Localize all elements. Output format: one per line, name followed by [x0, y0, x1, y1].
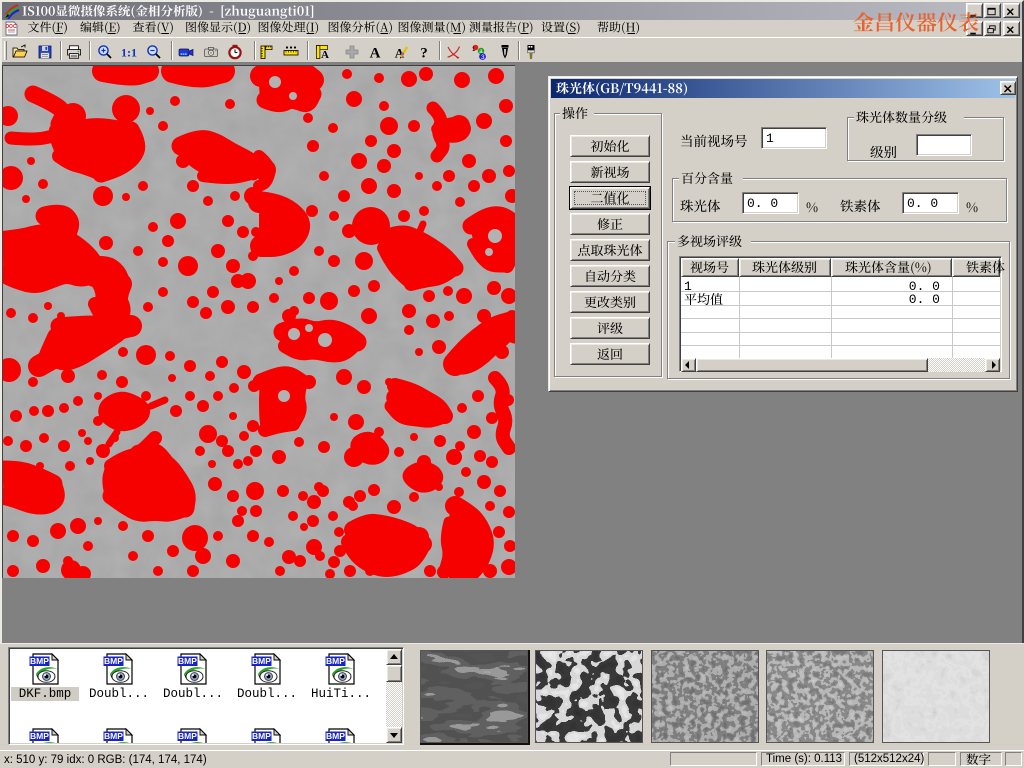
- svg-text:A: A: [321, 49, 329, 60]
- svg-text:BMP: BMP: [326, 656, 345, 666]
- svg-text:BMP: BMP: [30, 656, 49, 666]
- svg-text:1:1: 1:1: [121, 46, 137, 60]
- svg-text:BMP: BMP: [252, 731, 271, 741]
- svg-text:BMP: BMP: [252, 656, 271, 666]
- svg-text:BMP: BMP: [326, 731, 345, 741]
- svg-text:DOC: DOC: [5, 24, 17, 30]
- svg-text:BMP: BMP: [104, 731, 123, 741]
- svg-text:3: 3: [481, 54, 485, 60]
- svg-text:BMP: BMP: [178, 731, 197, 741]
- svg-text:BMP: BMP: [178, 656, 197, 666]
- svg-text:BMP: BMP: [30, 731, 49, 741]
- svg-text:?: ?: [420, 46, 428, 61]
- svg-text:BMP: BMP: [104, 656, 123, 666]
- svg-text:A: A: [370, 46, 381, 61]
